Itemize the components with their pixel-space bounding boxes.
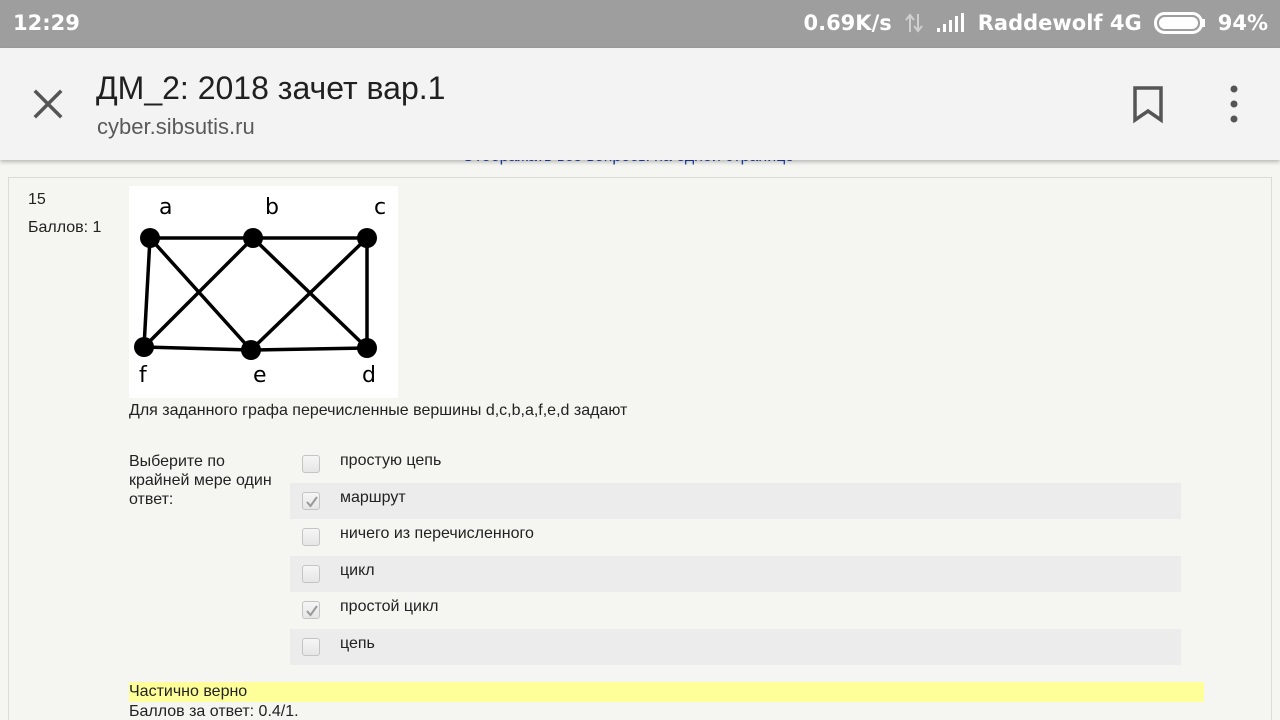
- edge-b-f: [142, 236, 255, 349]
- graph-edges: [142, 236, 369, 352]
- vertex-label-f: f: [139, 363, 148, 388]
- answer-label[interactable]: ничего из перечисленного: [340, 525, 534, 543]
- answer-option[interactable]: ничего из перечисленного: [290, 519, 1181, 556]
- vertex-a: [140, 228, 160, 248]
- vertex-label-a: a: [159, 195, 172, 220]
- network-speed: 0.69K/s: [803, 11, 892, 35]
- vertex-b: [243, 228, 263, 248]
- answer-label[interactable]: маршрут: [340, 489, 406, 507]
- vertex-label-d: d: [362, 363, 376, 388]
- page-title: ДМ_2: 2018 зачет вар.1: [96, 70, 446, 106]
- graph-labels: a b c d e f: [139, 195, 386, 388]
- answer-option[interactable]: простую цепь: [290, 446, 1181, 483]
- vertex-label-b: b: [265, 195, 279, 220]
- edge-f-a: [142, 237, 152, 348]
- vertex-label-c: c: [374, 195, 386, 220]
- carrier-name: Raddewolf 4G: [977, 11, 1142, 35]
- graph-vertices: [134, 228, 377, 360]
- close-icon: [33, 89, 63, 119]
- answer-option[interactable]: цикл: [290, 555, 1181, 592]
- feedback-status: Частично верно: [129, 682, 1204, 702]
- edge-e-f: [143, 345, 252, 352]
- answer-option[interactable]: цепь: [290, 628, 1181, 665]
- battery-percent: 94%: [1217, 11, 1268, 35]
- custom-tab-toolbar: ДМ_2: 2018 зачет вар.1 cyber.sibsutis.ru: [0, 48, 1280, 160]
- answer-label[interactable]: простую цепь: [340, 452, 441, 470]
- question-number: 15: [28, 191, 46, 208]
- answer-label[interactable]: простой цикл: [340, 598, 439, 616]
- status-time: 12:29: [13, 11, 80, 35]
- vertex-c: [357, 228, 377, 248]
- question-info: 15 Баллов: 1: [28, 186, 101, 242]
- check-icon: [306, 605, 318, 617]
- check-icon: [306, 495, 318, 508]
- answer-option[interactable]: маршрут: [290, 482, 1181, 519]
- bookmark-button[interactable]: [1128, 84, 1168, 124]
- answer-checkbox[interactable]: [302, 455, 320, 473]
- more-menu-button[interactable]: [1214, 82, 1254, 126]
- answer-label[interactable]: цепь: [340, 635, 375, 653]
- vertex-d: [357, 338, 377, 358]
- answer-checkbox[interactable]: [302, 637, 320, 656]
- close-button[interactable]: [28, 84, 68, 124]
- question-text: Для заданного графа перечисленные вершин…: [129, 402, 628, 419]
- vertex-label-e: e: [253, 363, 267, 388]
- more-vert-icon: [1230, 85, 1238, 123]
- answer-option[interactable]: простой цикл: [290, 592, 1181, 629]
- answer-list: простую цепь маршрут ничего из перечисле…: [290, 446, 1181, 665]
- status-right: 0.69K/s Raddewolf 4G 94%: [803, 11, 1268, 35]
- answer-prompt: Выберите по крайней мере один ответ:: [129, 453, 272, 508]
- page-url: cyber.sibsutis.ru: [97, 114, 255, 139]
- answer-checkbox[interactable]: [302, 528, 320, 546]
- signal-icon: [936, 13, 966, 33]
- vertex-f: [134, 337, 154, 357]
- question-points: Баллов: 1: [28, 219, 102, 236]
- edge-d-e: [250, 346, 368, 352]
- battery-icon: [1153, 12, 1206, 34]
- answer-checkbox[interactable]: [302, 491, 320, 510]
- answer-score: Баллов за ответ: 0.4/1.: [129, 703, 299, 720]
- status-bar: 12:29 0.69K/s Raddewolf 4G 94%: [0, 0, 1280, 48]
- answer-label[interactable]: цикл: [340, 562, 375, 580]
- graph-svg: a b c d e f: [134, 195, 386, 388]
- graph-image: a b c d e f: [129, 186, 398, 398]
- answer-checkbox[interactable]: [302, 564, 320, 583]
- data-transfer-icon: [904, 12, 924, 34]
- vertex-e: [241, 340, 261, 360]
- answer-checkbox[interactable]: [302, 601, 320, 619]
- bookmark-icon: [1133, 86, 1163, 124]
